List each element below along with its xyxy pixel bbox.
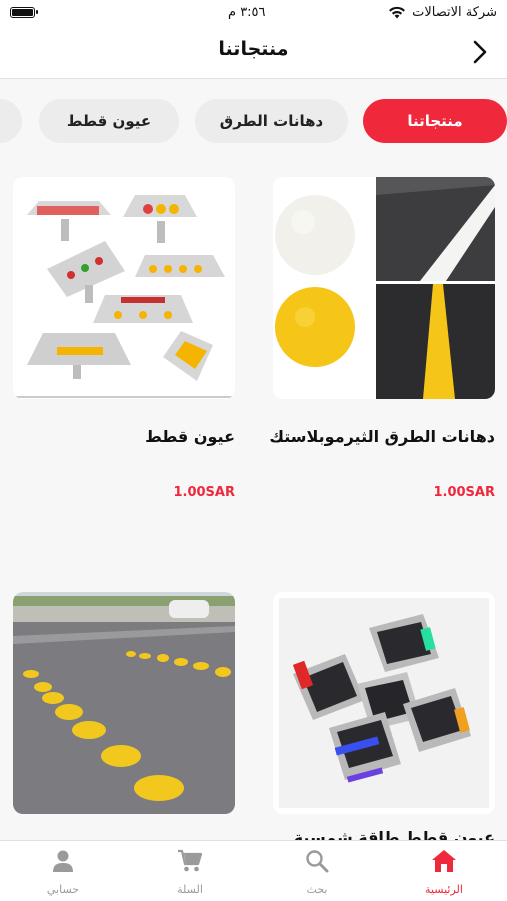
tab-label: الرئيسية xyxy=(425,883,463,896)
tab-label: حسابي xyxy=(46,883,80,896)
cart-icon xyxy=(178,849,203,872)
product-name: عيون قطط xyxy=(145,427,235,446)
app-header: منتجاتنا xyxy=(0,28,507,79)
category-tabs: منتجاتنا دهانات الطرق عيون قطط xyxy=(0,94,507,150)
tab-label: بحث xyxy=(306,883,328,896)
product-card-solar-cat-eyes[interactable]: عيون قطط طاقة شمسية xyxy=(273,592,495,852)
product-image xyxy=(13,592,235,814)
back-arrow-icon[interactable] xyxy=(469,39,491,65)
clock: ٣:٥٦ م xyxy=(228,5,266,20)
bottom-tab-bar: الرئيسية بحث السلة حسابي xyxy=(0,840,507,901)
page-title: منتجاتنا xyxy=(218,38,289,60)
person-icon xyxy=(53,850,73,872)
category-chip-label: منتجاتنا xyxy=(407,112,463,130)
product-price: 1.00SAR xyxy=(433,485,495,500)
tab-home[interactable]: الرئيسية xyxy=(381,841,507,901)
category-chip-label: دهانات الطرق xyxy=(219,112,324,130)
product-price: 1.00SAR xyxy=(173,485,235,500)
battery-icon xyxy=(10,7,38,18)
tab-cart[interactable]: السلة xyxy=(127,841,253,901)
tab-search[interactable]: بحث xyxy=(254,841,380,901)
wifi-icon xyxy=(389,6,406,19)
search-icon xyxy=(306,850,329,873)
category-chip-partial[interactable] xyxy=(0,99,22,143)
status-bar: شركة الاتصالات ٣:٥٦ م xyxy=(0,0,507,28)
product-image xyxy=(13,177,235,399)
home-icon xyxy=(432,850,456,872)
category-chip-label: عيون قطط xyxy=(66,112,152,130)
carrier-name: شركة الاتصالات xyxy=(412,5,497,20)
tab-label: السلة xyxy=(177,883,203,896)
product-image xyxy=(273,177,495,399)
product-name: دهانات الطرق الثيرموبلاستك xyxy=(269,427,495,446)
carrier-info: شركة الاتصالات xyxy=(388,5,497,20)
product-card-road-studs[interactable] xyxy=(13,592,235,832)
category-chip-road-paints[interactable]: دهانات الطرق xyxy=(195,99,348,143)
tab-account[interactable]: حسابي xyxy=(0,841,126,901)
product-image xyxy=(273,592,495,814)
product-card-cat-eyes[interactable]: عيون قطط 1.00SAR xyxy=(13,177,235,500)
category-chip-our-products[interactable]: منتجاتنا xyxy=(363,99,507,143)
category-chip-cat-eyes[interactable]: عيون قطط xyxy=(39,99,179,143)
product-card-road-paint[interactable]: دهانات الطرق الثيرموبلاستك 1.00SAR xyxy=(269,177,495,500)
